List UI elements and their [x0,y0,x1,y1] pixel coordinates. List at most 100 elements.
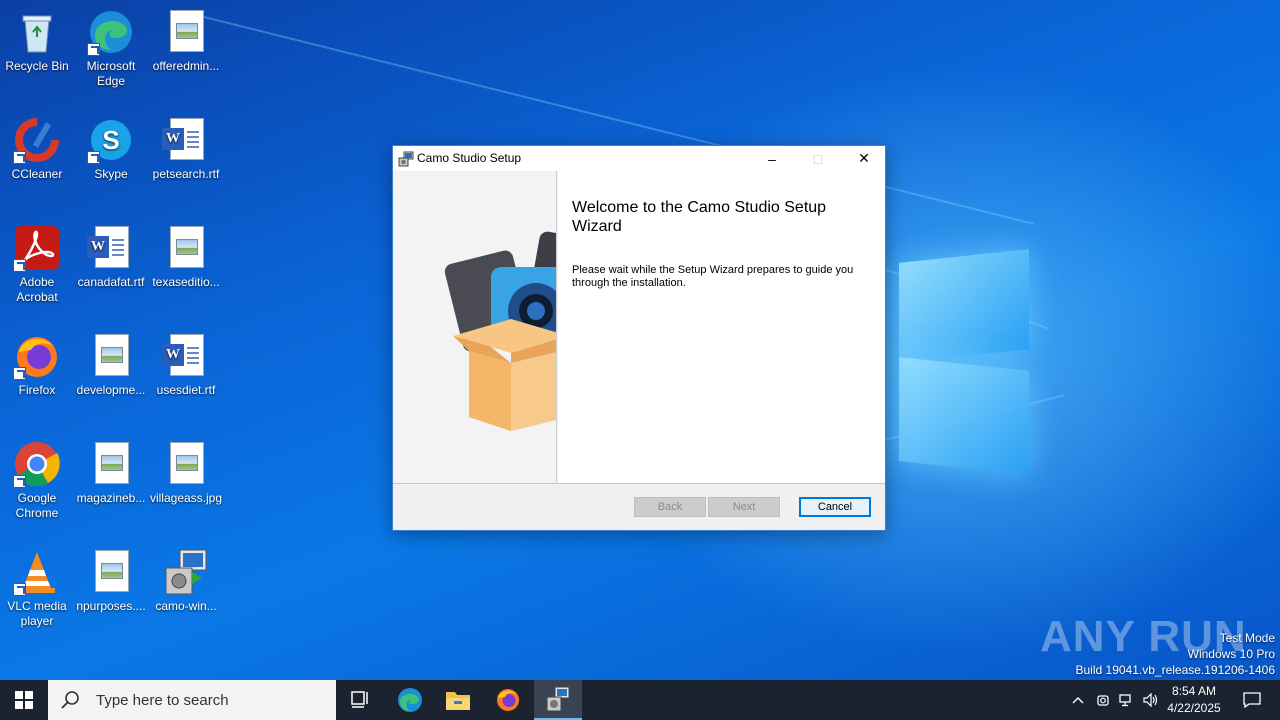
wizard-banner [393,171,557,483]
recycle-bin-icon [13,8,61,56]
desktop-icon-developme[interactable]: developme... [74,328,148,398]
wizard-body-text: Please wait while the Setup Wizard prepa… [572,264,854,289]
wizard-heading: Welcome to the Camo Studio Setup Wizard [572,199,827,235]
taskbar-firefox[interactable] [484,680,532,720]
desktop-icon-label: offeredmin... [152,59,220,73]
action-center-button[interactable] [1232,680,1272,720]
desktop-icon-label: texaseditio... [152,275,220,289]
desktop-icon-villageass-jpg[interactable]: villageass.jpg [149,436,223,506]
desktop-icon-label: villageass.jpg [149,491,223,505]
vlc-icon [13,548,61,596]
minimize-button[interactable]: – [749,146,795,171]
desktop-icon-label: CCleaner [11,167,63,181]
tray-app-icon [1097,695,1109,706]
clock-time: 8:54 AM [1171,684,1217,698]
desktop-icon-label: magazineb... [76,491,146,505]
chevron-up-icon [1072,697,1084,704]
task-view-button[interactable] [336,680,384,720]
firefox-icon [13,332,61,380]
desktop-icon-label: petsearch.rtf [152,167,220,181]
svg-text:S: S [102,125,119,155]
desktop-icon-label: Recycle Bin [5,59,69,73]
desktop-icon-label: usesdiet.rtf [156,383,216,397]
desktop-icon-label: canadafat.rtf [77,275,145,289]
next-button[interactable]: Next [708,497,780,517]
desktop-icon-vlc[interactable]: VLC media player [0,544,74,629]
taskbar: Type here to search 8:54 AM 4/22/2025 [0,680,1280,720]
desktop-icon-label: Microsoft Edge [86,59,136,88]
desktop-icon-firefox[interactable]: Firefox [0,328,74,398]
test-mode-label: Test Mode [1219,631,1275,645]
footer-divider [393,483,885,484]
system-info: Test Mode Windows 10 Pro Build 19041.vb_… [1076,630,1276,678]
desktop-icon-label: Firefox [18,383,56,397]
chrome-icon [13,440,61,488]
image-file-icon [87,548,135,596]
image-file-icon [162,224,210,272]
desktop-icon-usesdiet-rtf[interactable]: W usesdiet.rtf [149,328,223,398]
firefox-icon [497,689,519,711]
maximize-button[interactable]: □ [795,146,841,171]
adobe-acrobat-icon [13,224,61,272]
desktop-icon-magazineb[interactable]: magazineb... [74,436,148,506]
taskbar-camo-setup[interactable] [534,680,582,720]
desktop-icon-npurposes[interactable]: npurposes.... [74,544,148,614]
taskbar-edge[interactable] [386,680,434,720]
image-file-icon [162,8,210,56]
desktop-icon-label: Adobe Acrobat [16,275,58,304]
taskbar-search-box[interactable]: Type here to search [48,680,336,720]
network-button[interactable] [1115,680,1139,720]
speaker-icon [1143,693,1158,707]
windows-logo [885,238,1035,483]
edge-icon [87,8,135,56]
word-document-icon: W [162,116,210,164]
cancel-button[interactable]: Cancel [799,497,871,517]
desktop-icon-texaseditio[interactable]: texaseditio... [149,220,223,290]
desktop-icon-label: Google Chrome [15,491,59,520]
close-button[interactable]: ✕ [841,146,887,171]
dialog-title: Camo Studio Setup [417,151,522,165]
windows-start-icon [15,691,33,709]
desktop-icon-ccleaner[interactable]: CCleaner [0,112,74,182]
desktop-icon-camo-win[interactable]: camo-win... [149,544,223,614]
build-label: Build 19041.vb_release.191206-1406 [1075,663,1276,677]
word-document-icon: W [162,332,210,380]
dialog-titlebar[interactable]: Camo Studio Setup – □ ✕ [393,146,885,171]
setup-installer-icon [398,151,414,167]
desktop-icon-recycle-bin[interactable]: Recycle Bin [0,4,74,74]
desktop-icon-label: camo-win... [155,599,217,613]
volume-button[interactable] [1140,680,1162,720]
show-hidden-icons-button[interactable] [1066,680,1090,720]
search-placeholder: Type here to search [96,691,229,709]
taskbar-clock[interactable]: 8:54 AM 4/22/2025 [1160,683,1228,717]
wizard-content: Welcome to the Camo Studio Setup Wizard … [558,171,885,483]
desktop-icon-label: VLC media player [7,599,67,628]
desktop-icon-google-chrome[interactable]: Google Chrome [0,436,74,521]
edge-icon [398,688,422,712]
taskbar-file-explorer[interactable] [434,680,482,720]
windows-edition-label: Windows 10 Pro [1187,647,1275,661]
file-explorer-icon [446,692,470,710]
desktop-icon-label: developme... [76,383,146,397]
desktop-icon-skype[interactable]: S Skype [74,112,148,182]
desktop-icon-adobe-acrobat[interactable]: Adobe Acrobat [0,220,74,305]
word-document-icon: W [87,224,135,272]
ccleaner-icon [13,116,61,164]
desktop-icon-label: npurposes.... [76,599,146,613]
desktop-icon-label: Skype [94,167,128,181]
desktop-icon-offeredmin[interactable]: offeredmin... [149,4,223,74]
skype-icon: S [87,116,135,164]
network-icon [1119,694,1131,707]
setup-dialog: Camo Studio Setup – □ ✕ Welcome to the C… [392,145,886,531]
image-file-icon [87,440,135,488]
task-view-icon [351,691,368,708]
desktop-icon-petsearch-rtf[interactable]: W petsearch.rtf [149,112,223,182]
setup-installer-icon [546,686,570,712]
installer-icon [162,548,210,596]
tray-app-button[interactable] [1092,680,1114,720]
desktop-icon-canadafat-rtf[interactable]: W canadafat.rtf [74,220,148,290]
start-button[interactable] [0,680,48,720]
image-file-icon [162,440,210,488]
desktop-icon-microsoft-edge[interactable]: Microsoft Edge [74,4,148,89]
back-button[interactable]: Back [634,497,706,517]
